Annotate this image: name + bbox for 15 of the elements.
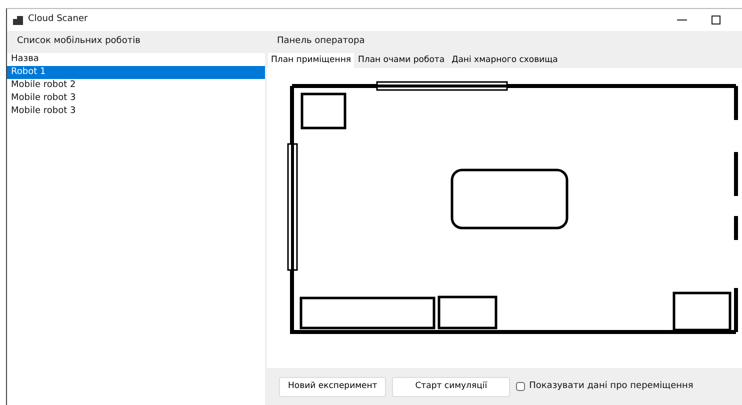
checkbox-label: Показувати дані про переміщення: [529, 380, 694, 393]
action-button[interactable]: Новий експеримент: [279, 376, 386, 396]
list-item[interactable]: Robot 1: [7, 66, 265, 79]
checkbox[interactable]: [516, 382, 526, 391]
list-item[interactable]: Mobile robot 3: [7, 105, 265, 118]
window-title: Cloud Scaner: [28, 13, 88, 26]
panel-header: Панель оператора: [277, 36, 365, 46]
tab[interactable]: План приміщення: [268, 53, 354, 68]
list-item[interactable]: Mobile robot 2: [7, 79, 265, 92]
maximize-icon[interactable]: [710, 14, 722, 26]
app-icon: [13, 16, 23, 24]
panel-header: Список мобільних роботів: [17, 36, 140, 46]
action-button[interactable]: Старт симуляції: [392, 376, 510, 396]
list-item[interactable]: Mobile robot 3: [7, 92, 265, 105]
column-header: Назва: [11, 54, 39, 64]
